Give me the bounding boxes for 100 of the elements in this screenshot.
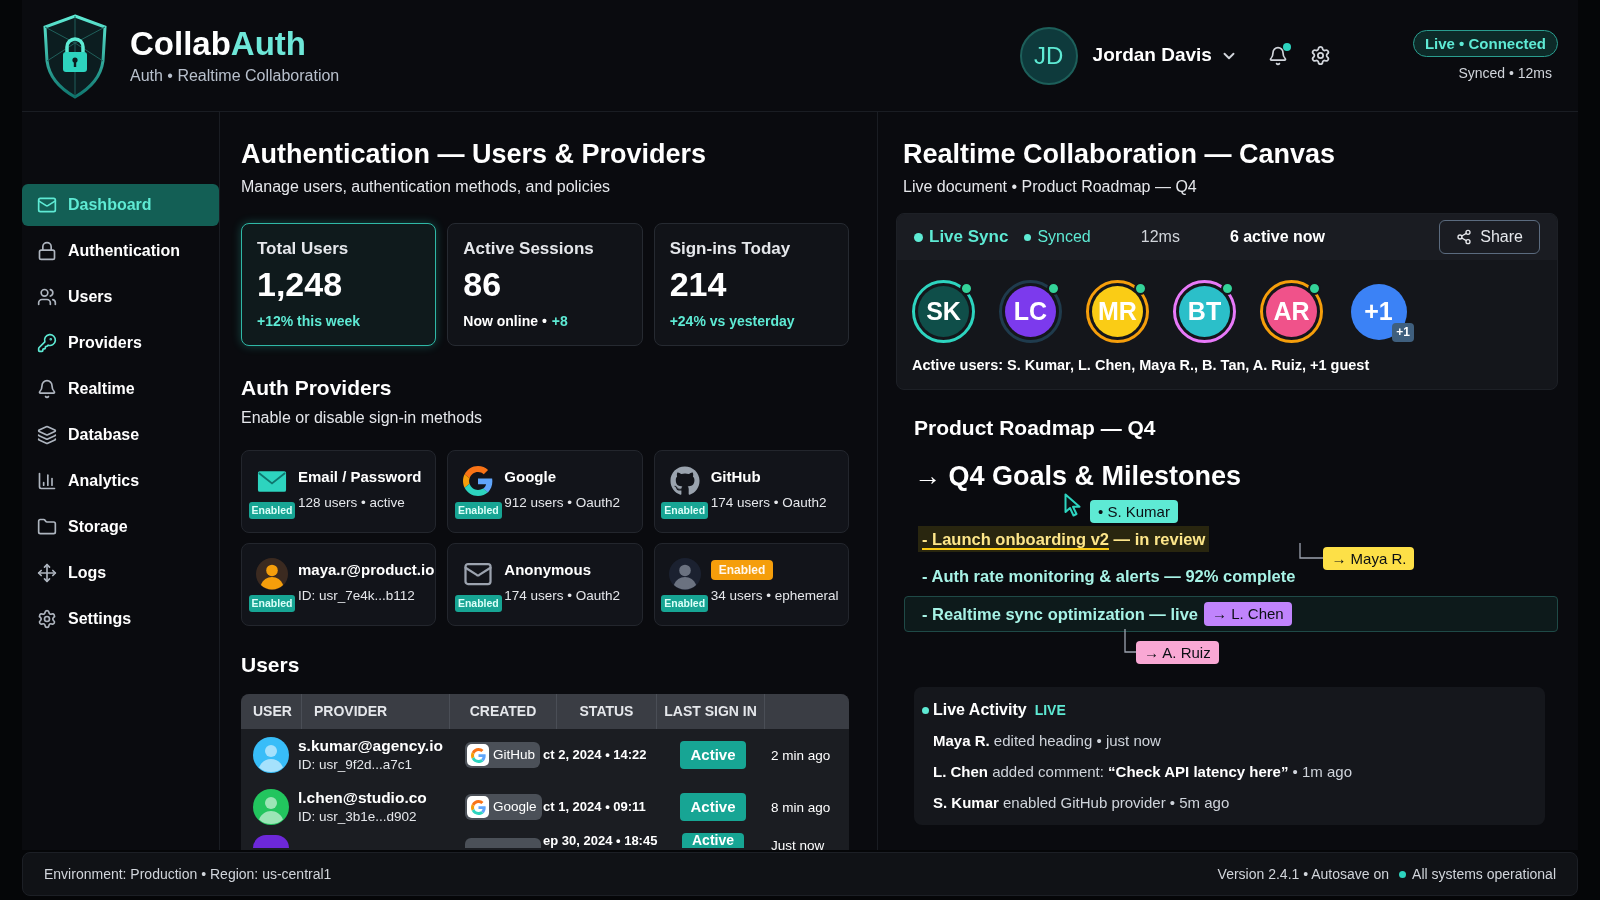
user-email: s.kumar@agency.io bbox=[298, 736, 443, 756]
section-title: Authentication — Users & Providers bbox=[241, 138, 707, 170]
provider-card[interactable]: Enabled Enabled 34 users • ephemeral bbox=[653, 543, 849, 626]
provider-name: Google bbox=[493, 798, 537, 816]
section-heading: Auth Providers bbox=[241, 375, 392, 401]
created-date: ep 30, 2024 • 18:45 bbox=[543, 833, 658, 848]
connection-status: Live • Connected bbox=[1412, 29, 1558, 57]
enabled-badge: Enabled bbox=[661, 502, 709, 519]
user-email: l.chen@studio.co bbox=[298, 788, 427, 808]
notification-bell-icon[interactable] bbox=[1267, 45, 1288, 66]
google-logo-icon bbox=[467, 744, 489, 766]
app-title: CollabAuth bbox=[130, 25, 306, 63]
column-header: CREATED bbox=[450, 694, 557, 729]
active-count: 6 active now bbox=[1229, 227, 1326, 247]
stat-card[interactable]: Active Sessions 86 Now online • +8 bbox=[447, 223, 643, 346]
shield-logo-icon bbox=[40, 12, 110, 99]
stat-label: Active Sessions bbox=[463, 238, 594, 260]
user-id: ID: usr_9f2d...a7c1 bbox=[298, 756, 413, 774]
count-badge: +1 bbox=[1392, 323, 1414, 342]
section-heading: Users bbox=[241, 652, 300, 678]
share-icon bbox=[1456, 229, 1473, 245]
status-badge: Active bbox=[682, 833, 744, 848]
created-date: ct 1, 2024 • 09:11 bbox=[543, 798, 646, 816]
synced-label: Synced bbox=[1037, 227, 1091, 247]
column-header: PROVIDER bbox=[302, 694, 450, 729]
leader-line bbox=[1299, 543, 1324, 559]
enabled-badge: Enabled bbox=[454, 502, 502, 519]
bell-icon bbox=[37, 379, 57, 399]
mail-icon bbox=[37, 195, 57, 215]
stat-card[interactable]: Sign-ins Today 214 +24% vs yesterday bbox=[653, 223, 849, 346]
settings-icon bbox=[37, 609, 57, 629]
sidebar-item[interactable]: Users bbox=[22, 276, 219, 318]
pointer-icon bbox=[1064, 493, 1082, 517]
user-avatar[interactable]: LC bbox=[999, 280, 1062, 343]
provider-name: maya.r@product.io bbox=[298, 560, 435, 580]
leader-line bbox=[1124, 629, 1136, 653]
cursor-tag: • S. Kumar bbox=[1090, 500, 1178, 523]
user-avatar-icon bbox=[256, 558, 288, 590]
provider-name: GitHub bbox=[710, 467, 761, 487]
provider-card[interactable]: Enabled Anonymous 174 users • Oauth2 bbox=[447, 543, 643, 626]
sidebar-item[interactable]: Realtime bbox=[22, 368, 219, 410]
sidebar-item[interactable]: Settings bbox=[22, 598, 219, 640]
bar-chart-icon bbox=[37, 471, 57, 491]
cursor-tag: → A. Ruiz bbox=[1136, 641, 1219, 664]
settings-icon[interactable] bbox=[1309, 45, 1331, 66]
sidebar-item[interactable]: Storage bbox=[22, 506, 219, 548]
doc-title: Product Roadmap — Q4 bbox=[914, 415, 1156, 441]
column-header: STATUS bbox=[557, 694, 657, 729]
provider-card[interactable]: Enabled Google 912 users • Oauth2 bbox=[447, 450, 643, 533]
last-sign-in: 2 min ago bbox=[771, 748, 831, 763]
folder-icon bbox=[37, 517, 57, 537]
section-subtitle: Enable or disable sign-in methods bbox=[241, 408, 483, 428]
doc-line: - Realtime sync optimization — live bbox=[922, 604, 1198, 625]
enabled-badge: Enabled bbox=[248, 595, 296, 612]
stat-value: 214 bbox=[669, 264, 727, 304]
provider-detail: 174 users • Oauth2 bbox=[710, 494, 827, 512]
user-silhouette-icon bbox=[668, 558, 701, 590]
sidebar-item[interactable]: Dashboard bbox=[22, 184, 219, 226]
provider-detail: 912 users • Oauth2 bbox=[504, 494, 621, 512]
provider-card[interactable]: Enabled GitHub 174 users • Oauth2 bbox=[653, 450, 849, 533]
system-status: All systems operational bbox=[1412, 864, 1556, 884]
section-title: Realtime Collaboration — Canvas bbox=[903, 138, 1336, 170]
provider-detail: 174 users • Oauth2 bbox=[504, 587, 621, 605]
live-label: LIVE bbox=[1034, 700, 1066, 720]
enabled-tag: Enabled bbox=[710, 560, 774, 580]
user-name[interactable]: Jordan Davis bbox=[1092, 41, 1212, 70]
stat-card[interactable]: Total Users 1,248 +12% this week bbox=[241, 223, 437, 346]
github-logo-icon bbox=[669, 466, 700, 496]
provider-name: Anonymous bbox=[504, 560, 591, 580]
sidebar-item[interactable]: Analytics bbox=[22, 460, 219, 502]
key-icon bbox=[37, 333, 57, 353]
google-logo-icon bbox=[467, 796, 489, 818]
sidebar-item[interactable]: Logs bbox=[22, 552, 219, 594]
sidebar-item[interactable]: Authentication bbox=[22, 230, 219, 272]
provider-detail: 128 users • active bbox=[298, 494, 405, 512]
environment-info: Environment: Production • Region: us-central1 bbox=[44, 864, 332, 884]
google-logo-icon bbox=[463, 466, 494, 496]
enabled-badge: Enabled bbox=[454, 595, 502, 612]
activity-item: S. Kumar enabled GitHub provider • 5m ago bbox=[933, 793, 1230, 813]
sidebar-item[interactable]: Providers bbox=[22, 322, 219, 364]
move-icon bbox=[37, 563, 57, 583]
stat-delta: +12% this week bbox=[257, 312, 361, 330]
envelope-icon bbox=[257, 469, 287, 493]
provider-card[interactable]: Enabled Email / Password 128 users • active bbox=[241, 450, 437, 533]
user-avatar[interactable]: JD bbox=[1019, 26, 1078, 85]
app-tagline: Auth • Realtime Collaboration bbox=[130, 66, 340, 86]
stat-note: Now online • bbox=[463, 312, 547, 330]
live-sync-label: Live Sync bbox=[929, 226, 1009, 249]
provider-name: Email / Password bbox=[298, 467, 422, 487]
share-button[interactable]: Share bbox=[1439, 220, 1540, 254]
provider-detail: ID: usr_7e4k...b112 bbox=[298, 587, 415, 605]
doc-line: - Auth rate monitoring & alerts — 92% complete bbox=[922, 566, 1296, 587]
user-avatar[interactable]: SK bbox=[912, 280, 975, 343]
stat-value: 86 bbox=[463, 264, 502, 304]
provider-card[interactable]: Enabled maya.r@product.io ID: usr_7e4k...b112 bbox=[241, 543, 437, 626]
provider-name: Google bbox=[504, 467, 556, 487]
layers-icon bbox=[37, 425, 57, 445]
stat-value: 1,248 bbox=[257, 264, 343, 304]
user-id: ID: usr_3b1e...d902 bbox=[298, 808, 417, 826]
sidebar-item[interactable]: Database bbox=[22, 414, 219, 456]
